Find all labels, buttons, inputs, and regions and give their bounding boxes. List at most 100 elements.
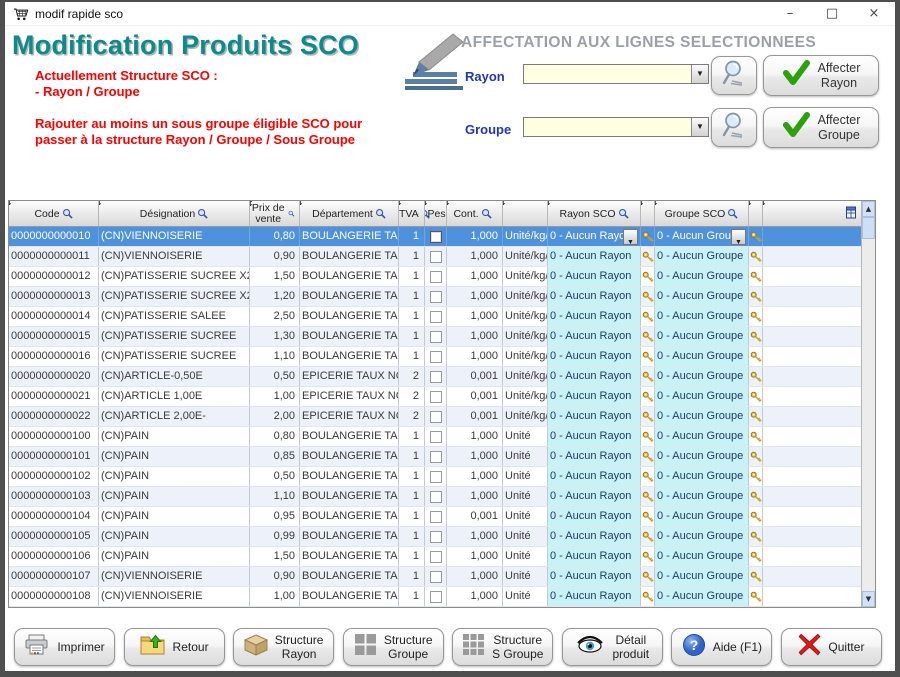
groupe-combobox-arrow-icon[interactable] bbox=[691, 118, 708, 136]
cell-cont[interactable]: 0,001 bbox=[447, 367, 503, 386]
cell-code[interactable]: 0000000000107 bbox=[9, 567, 99, 586]
table-row[interactable]: 0000000000012 (CN)PATISSERIE SUCREE X2 1… bbox=[9, 267, 861, 287]
cell-cont[interactable]: 1,000 bbox=[447, 547, 503, 566]
rayon-key-button[interactable] bbox=[641, 507, 655, 526]
rayon-key-button[interactable] bbox=[641, 347, 655, 366]
cell-groupe-sco[interactable]: 0 - Aucun Groupe bbox=[655, 527, 749, 546]
cell-tva[interactable]: 1 bbox=[399, 587, 425, 606]
table-row[interactable]: 0000000000100 (CN)PAIN 0,80 BOULANGERIE … bbox=[9, 427, 861, 447]
scroll-up-icon[interactable]: ▲ bbox=[862, 201, 875, 217]
quitter-button[interactable]: Quitter bbox=[781, 628, 882, 666]
groupe-key-button[interactable] bbox=[749, 347, 763, 366]
column-header-cont[interactable]: Cont. bbox=[447, 201, 503, 226]
cell-pese[interactable] bbox=[425, 307, 447, 326]
cell-pese[interactable] bbox=[425, 327, 447, 346]
groupe-key-button[interactable] bbox=[749, 487, 763, 506]
cell-departement[interactable]: BOULANGERIE TAUX bbox=[300, 507, 399, 526]
cell-pese[interactable] bbox=[425, 347, 447, 366]
groupe-combobox[interactable] bbox=[523, 117, 709, 137]
cell-rayon-sco[interactable]: 0 - Aucun Rayon bbox=[548, 467, 641, 486]
cell-departement[interactable]: BOULANGERIE TAUX bbox=[300, 527, 399, 546]
cell-pese[interactable] bbox=[425, 387, 447, 406]
cell-unite[interactable]: Unité/kg/ bbox=[503, 407, 548, 426]
rayon-key-button[interactable] bbox=[641, 427, 655, 446]
rayon-key-button[interactable] bbox=[641, 587, 655, 606]
cell-unite[interactable]: Unité bbox=[503, 427, 548, 446]
cell-unite[interactable]: Unité/kg/ bbox=[503, 387, 548, 406]
pese-checkbox[interactable] bbox=[430, 251, 442, 263]
cell-prix[interactable]: 0,99 bbox=[250, 527, 300, 546]
cell-cont[interactable]: 1,000 bbox=[447, 427, 503, 446]
cell-unite[interactable]: Unité bbox=[503, 587, 548, 606]
cell-departement[interactable]: BOULANGERIE TAUX bbox=[300, 427, 399, 446]
rayon-key-button[interactable] bbox=[641, 327, 655, 346]
table-row[interactable]: 0000000000106 (CN)PAIN 1,50 BOULANGERIE … bbox=[9, 547, 861, 567]
structure-groupe-button[interactable]: Structure Groupe bbox=[343, 628, 444, 666]
column-header-prix[interactable]: Prix de vente bbox=[250, 201, 300, 226]
cell-pese[interactable] bbox=[425, 367, 447, 386]
groupe-key-button[interactable] bbox=[749, 427, 763, 446]
cell-prix[interactable]: 0,80 bbox=[250, 227, 300, 246]
pese-checkbox[interactable] bbox=[430, 491, 442, 503]
pese-checkbox[interactable] bbox=[430, 531, 442, 543]
cell-tva[interactable]: 1 bbox=[399, 547, 425, 566]
cell-rayon-sco[interactable]: 0 - Aucun Rayon bbox=[548, 347, 641, 366]
cell-designation[interactable]: (CN)PAIN bbox=[99, 527, 250, 546]
table-row[interactable]: 0000000000014 (CN)PATISSERIE SALEE 2,50 … bbox=[9, 307, 861, 327]
affecter-rayon-button[interactable]: Affecter Rayon bbox=[763, 55, 879, 96]
cell-designation[interactable]: (CN)VIENNOISERIE bbox=[99, 227, 250, 246]
cell-tva[interactable]: 1 bbox=[399, 287, 425, 306]
cell-groupe-sco[interactable]: 0 - Aucun Groupe bbox=[655, 387, 749, 406]
pese-checkbox[interactable] bbox=[430, 331, 442, 343]
groupe-key-button[interactable] bbox=[749, 387, 763, 406]
table-row[interactable]: 0000000000107 (CN)VIENNOISERIE 0,90 BOUL… bbox=[9, 567, 861, 587]
cell-designation[interactable]: (CN)PATISSERIE SUCREE X2 bbox=[99, 267, 250, 286]
cell-code[interactable]: 0000000000022 bbox=[9, 407, 99, 426]
cell-code[interactable]: 0000000000102 bbox=[9, 467, 99, 486]
cell-rayon-sco[interactable]: 0 - Aucun Rayon bbox=[548, 547, 641, 566]
groupe-key-button[interactable] bbox=[749, 547, 763, 566]
cell-tva[interactable]: 1 bbox=[399, 527, 425, 546]
cell-prix[interactable]: 0,90 bbox=[250, 567, 300, 586]
cell-rayon-sco[interactable]: 0 - Aucun Rayon bbox=[548, 587, 641, 606]
cell-pese[interactable] bbox=[425, 547, 447, 566]
cell-cont[interactable]: 0,001 bbox=[447, 387, 503, 406]
cell-departement[interactable]: BOULANGERIE TAUX bbox=[300, 547, 399, 566]
cell-designation[interactable]: (CN)VIENNOISERIE bbox=[99, 567, 250, 586]
cell-code[interactable]: 0000000000106 bbox=[9, 547, 99, 566]
cell-prix[interactable]: 1,20 bbox=[250, 287, 300, 306]
table-row[interactable]: 0000000000011 (CN)VIENNOISERIE 0,90 BOUL… bbox=[9, 247, 861, 267]
pese-checkbox[interactable] bbox=[430, 351, 442, 363]
cell-cont[interactable]: 1,000 bbox=[447, 447, 503, 466]
pese-checkbox[interactable] bbox=[430, 391, 442, 403]
table-row[interactable]: 0000000000108 (CN)VIENNOISERIE 1,00 BOUL… bbox=[9, 587, 861, 607]
cell-rayon-sco[interactable]: 0 - Aucun Rayon bbox=[548, 387, 641, 406]
cell-cont[interactable]: 1,000 bbox=[447, 467, 503, 486]
imprimer-button[interactable]: Imprimer bbox=[14, 628, 115, 666]
cell-departement[interactable]: BOULANGERIE TAUX bbox=[300, 247, 399, 266]
cell-prix[interactable]: 2,00 bbox=[250, 407, 300, 426]
table-settings-icon[interactable] bbox=[845, 206, 858, 222]
cell-cont[interactable]: 1,000 bbox=[447, 527, 503, 546]
cell-rayon-sco[interactable]: 0 - Aucun Rayon bbox=[548, 407, 641, 426]
column-header-groupe-sco[interactable]: Groupe SCO bbox=[655, 201, 749, 226]
cell-rayon-sco[interactable]: 0 - Aucun Rayon bbox=[548, 447, 641, 466]
cell-unite[interactable]: Unité bbox=[503, 567, 548, 586]
cell-groupe-sco[interactable]: 0 - Aucun Groupe bbox=[655, 407, 749, 426]
cell-departement[interactable]: EPICERIE TAUX NOR bbox=[300, 407, 399, 426]
pese-checkbox[interactable] bbox=[430, 591, 442, 603]
rayon-key-button[interactable] bbox=[641, 267, 655, 286]
cell-departement[interactable]: BOULANGERIE TAUX bbox=[300, 587, 399, 606]
cell-tva[interactable]: 1 bbox=[399, 427, 425, 446]
column-header-pese[interactable]: Pesé bbox=[425, 201, 447, 226]
pese-checkbox[interactable] bbox=[430, 431, 442, 443]
cell-cont[interactable]: 0,001 bbox=[447, 407, 503, 426]
cell-tva[interactable]: 2 bbox=[399, 367, 425, 386]
rayon-key-button[interactable] bbox=[641, 367, 655, 386]
table-row[interactable]: 0000000000016 (CN)PATISSERIE SUCREE 1,10… bbox=[9, 347, 861, 367]
cell-rayon-sco[interactable]: 0 - Aucun Rayon bbox=[548, 507, 641, 526]
cell-designation[interactable]: (CN)ARTICLE 2,00E- bbox=[99, 407, 250, 426]
rayon-key-button[interactable] bbox=[641, 527, 655, 546]
cell-rayon-sco[interactable]: 0 - Aucun Rayon bbox=[548, 367, 641, 386]
rayon-key-button[interactable] bbox=[641, 247, 655, 266]
